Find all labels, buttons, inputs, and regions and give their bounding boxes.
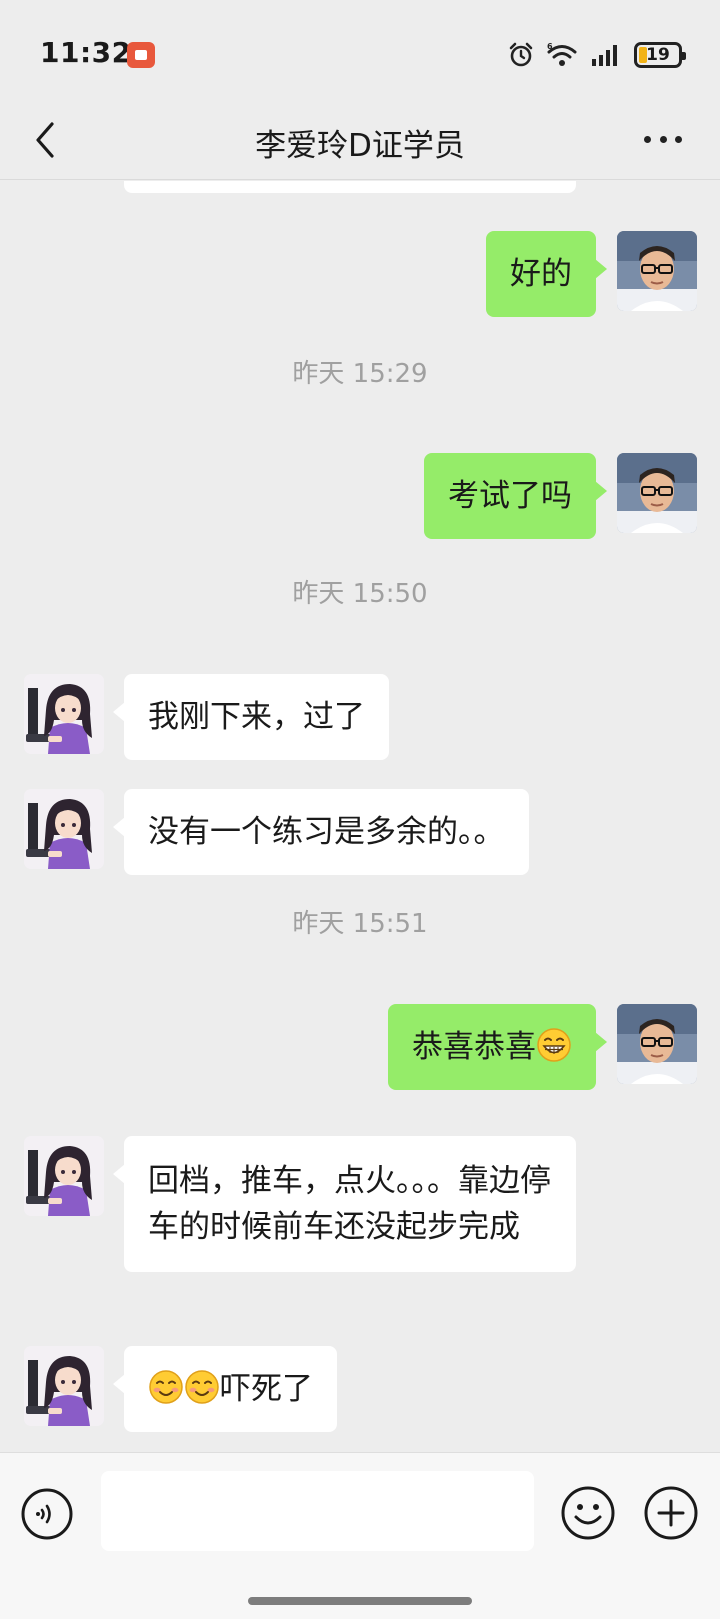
message-text: 回档，推车，点火。。。靠边停车的时候前车还没起步完成 <box>148 1163 551 1245</box>
more-dots-icon[interactable] <box>644 136 682 148</box>
svg-text:6: 6 <box>547 42 553 51</box>
message-text: 恭喜恭喜 <box>412 1029 536 1065</box>
smiling-face-emoji <box>185 1370 219 1404</box>
contact-avatar[interactable] <box>24 1346 104 1426</box>
grinning-face-emoji <box>537 1028 571 1062</box>
message-text: 没有一个练习是多余的。。 <box>148 814 505 850</box>
man-avatar-icon <box>617 1004 697 1084</box>
alarm-icon <box>509 42 533 67</box>
girl-avatar-icon <box>24 1136 104 1216</box>
home-indicator[interactable] <box>248 1597 472 1605</box>
clipped-message-bubble[interactable] <box>124 181 576 193</box>
message-text: 我刚下来，过了 <box>148 699 365 735</box>
timestamp: 昨天 15:51 <box>292 909 428 939</box>
incoming-message-bubble[interactable]: 我刚下来，过了 <box>113 674 389 760</box>
girl-avatar-icon <box>24 674 104 754</box>
message-input[interactable] <box>101 1471 534 1551</box>
timestamp: 昨天 15:50 <box>292 579 428 609</box>
input-bar <box>0 1452 720 1619</box>
status-bar: 11:32 6 19 <box>0 0 720 100</box>
timestamp: 昨天 15:29 <box>292 359 428 389</box>
outgoing-message-bubble[interactable]: 好的 <box>486 231 607 317</box>
message-text: 吓死了 <box>220 1371 313 1407</box>
man-avatar-icon <box>617 231 697 311</box>
message-text: 考试了吗 <box>448 478 572 514</box>
chat-header: 李爱玲D证学员 <box>0 100 720 180</box>
signal-icon <box>592 45 617 66</box>
wifi-6-icon: 6 <box>547 42 577 66</box>
girl-avatar-icon <box>24 789 104 869</box>
voice-icon[interactable] <box>20 1487 74 1541</box>
incoming-message-bubble[interactable]: 回档，推车，点火。。。靠边停车的时候前车还没起步完成 <box>113 1136 576 1272</box>
message-list[interactable]: 好的 昨天 15:29 考试了吗 昨天 15:50 我刚下来，过了 没有一个练习… <box>0 181 720 1451</box>
chat-screen: 11:32 6 19 李爱玲D证学员 好的 昨天 15:29 考试了吗 昨天 1… <box>0 0 720 1619</box>
battery-level: 19 <box>646 45 670 65</box>
screen-record-icon <box>127 42 155 68</box>
my-avatar[interactable] <box>617 1004 697 1084</box>
chat-title: 李爱玲D证学员 <box>255 128 465 164</box>
emoji-icon[interactable] <box>560 1485 616 1541</box>
status-time: 11:32 <box>40 36 132 69</box>
message-text: 好的 <box>510 256 572 292</box>
outgoing-message-bubble[interactable]: 考试了吗 <box>424 453 607 539</box>
contact-avatar[interactable] <box>24 789 104 869</box>
status-icons: 6 19 <box>508 40 686 70</box>
incoming-message-bubble[interactable]: 吓死了 <box>113 1346 337 1432</box>
my-avatar[interactable] <box>617 453 697 533</box>
smiling-face-emoji <box>149 1370 183 1404</box>
man-avatar-icon <box>617 453 697 533</box>
contact-avatar[interactable] <box>24 674 104 754</box>
contact-avatar[interactable] <box>24 1136 104 1216</box>
battery-icon: 19 <box>634 42 686 68</box>
my-avatar[interactable] <box>617 231 697 311</box>
outgoing-message-bubble[interactable]: 恭喜恭喜 <box>388 1004 607 1090</box>
girl-avatar-icon <box>24 1346 104 1426</box>
incoming-message-bubble[interactable]: 没有一个练习是多余的。。 <box>113 789 529 875</box>
plus-icon[interactable] <box>643 1485 699 1541</box>
